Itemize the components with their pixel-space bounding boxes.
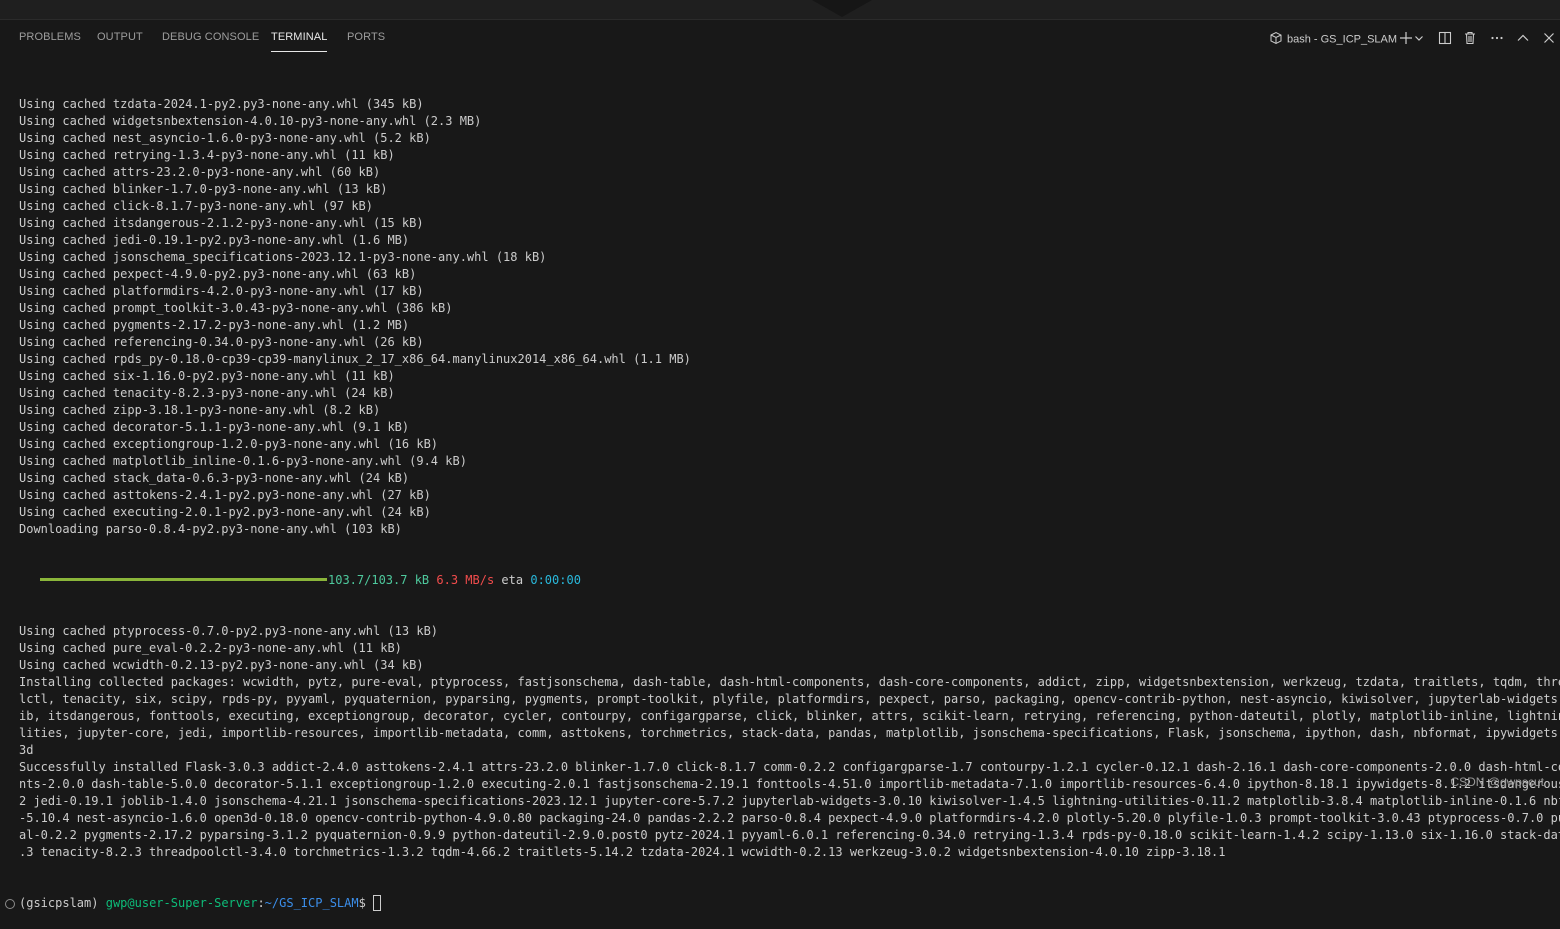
terminal-line: Using cached jsonschema_specifications-2… [19, 250, 547, 264]
terminal-line: Using cached exceptiongroup-1.2.0-py3-no… [19, 437, 439, 451]
terminal-line: Using cached click-8.1.7-py3-none-any.wh… [19, 199, 374, 213]
terminal-line: 3d [19, 743, 34, 757]
ellipsis-icon[interactable] [1487, 28, 1507, 48]
chevron-down-icon[interactable] [1412, 28, 1426, 48]
close-icon[interactable] [1539, 28, 1559, 48]
prompt-line[interactable]: (gsicpslam) gwp@user-Super-Server:~/GS_I… [5, 894, 1555, 912]
prompt-symbol: $ [358, 896, 366, 910]
terminal-line: nts-2.0.0 dash-table-5.0.0 decorator-5.1… [19, 777, 1560, 791]
terminal-line: Using cached jedi-0.19.1-py2.py3-none-an… [19, 233, 410, 247]
trash-icon[interactable] [1460, 28, 1480, 48]
tab-debug-console[interactable]: DEBUG CONSOLE [162, 31, 259, 43]
progress-size: 103.7/103.7 kB [328, 573, 430, 587]
terminal-instance-selector[interactable]: bash - GS_ICP_SLAM [1269, 31, 1397, 48]
progress-eta: 0:00:00 [530, 573, 581, 587]
chevron-up-icon[interactable] [1513, 28, 1533, 48]
terminal-cursor [373, 894, 382, 911]
terminal-line: Using cached itsdangerous-2.1.2-py3-none… [19, 216, 424, 230]
terminal-line: ib, itsdangerous, fonttools, executing, … [19, 709, 1560, 723]
prompt-separator: : [257, 896, 265, 910]
terminal-line: Using cached referencing-0.34.0-py3-none… [19, 335, 424, 349]
terminal-line: Using cached tenacity-8.2.3-py3-none-any… [19, 386, 395, 400]
terminal-line: 2 jedi-0.19.1 joblib-1.4.0 jsonschema-4.… [19, 794, 1560, 808]
terminal-line: .3 tenacity-8.2.3 threadpoolctl-3.4.0 to… [19, 845, 1226, 859]
terminal-line: Using cached attrs-23.2.0-py3-none-any.w… [19, 165, 381, 179]
tab-output[interactable]: OUTPUT [97, 31, 143, 43]
terminal-line: Using cached decorator-5.1.1-py3-none-an… [19, 420, 410, 434]
download-progress-line: 103.7/103.7 kB 6.3 MB/s eta 0:00:00 [19, 572, 1555, 589]
terminal-instance-label: bash - GS_ICP_SLAM [1287, 33, 1398, 46]
terminal-line: Using cached matplotlib_inline-0.1.6-py3… [19, 454, 467, 468]
terminal-line: Using cached retrying-1.3.4-py3-none-any… [19, 148, 395, 162]
split-icon[interactable] [1435, 28, 1455, 48]
prompt-user-host: gwp@user-Super-Server [105, 896, 258, 910]
terminal-line: Using cached widgetsnbextension-4.0.10-p… [19, 114, 482, 128]
terminal-line: Using cached pygments-2.17.2-py3-none-an… [19, 318, 410, 332]
window-top-strip [0, 0, 1560, 20]
terminal-line: Successfully installed Flask-3.0.3 addic… [19, 760, 1560, 774]
tab-terminal[interactable]: TERMINAL [271, 31, 328, 52]
terminal-line: Using cached rpds_py-0.18.0-cp39-cp39-ma… [19, 352, 691, 366]
terminal-line: Using cached pexpect-4.9.0-py2.py3-none-… [19, 267, 417, 281]
terminal-line: Using cached six-1.16.0-py2.py3-none-any… [19, 369, 395, 383]
terminal-line: lities, jupyter-core, jedi, importlib-re… [19, 726, 1560, 740]
panel-tab-bar: PROBLEMS OUTPUT DEBUG CONSOLE TERMINAL P… [0, 20, 1560, 56]
terminal-line: -5.10.4 nest-asyncio-1.6.0 open3d-0.18.0… [19, 811, 1560, 825]
terminal-line: Using cached asttokens-2.4.1-py2.py3-non… [19, 488, 431, 502]
tab-ports[interactable]: PORTS [347, 31, 385, 43]
terminal-line: Using cached stack_data-0.6.3-py3-none-a… [19, 471, 410, 485]
terminal-line: Installing collected packages: wcwidth, … [19, 675, 1560, 689]
terminal-line: Using cached tzdata-2024.1-py2.py3-none-… [19, 97, 424, 111]
watermark: CSDN @gwpscut [1450, 775, 1544, 789]
prompt-env: (gsicpslam) [19, 896, 99, 910]
progress-speed: 6.3 MB/s [436, 573, 495, 587]
terminal-line: Using cached blinker-1.7.0-py3-none-any.… [19, 182, 388, 196]
terminal-line: Using cached zipp-3.18.1-py3-none-any.wh… [19, 403, 381, 417]
terminal-bottom-lines: Using cached ptyprocess-0.7.0-py2.py3-no… [19, 623, 1560, 861]
terminal-line: Using cached executing-2.0.1-py2.py3-non… [19, 505, 431, 519]
terminal-line: Using cached pure_eval-0.2.2-py3-none-an… [19, 641, 402, 655]
title-notch [812, 0, 872, 17]
terminal-line: lctl, tenacity, six, scipy, rpds-py, pyy… [19, 692, 1560, 706]
terminal-line: Using cached wcwidth-0.2.13-py2.py3-none… [19, 658, 424, 672]
terminal-line: Using cached ptyprocess-0.7.0-py2.py3-no… [19, 624, 439, 638]
terminal-line: Using cached nest_asyncio-1.6.0-py3-none… [19, 131, 431, 145]
terminal-line: Downloading parso-0.8.4-py2.py3-none-any… [19, 522, 402, 536]
tab-problems[interactable]: PROBLEMS [19, 31, 81, 43]
command-decoration-icon[interactable] [5, 899, 15, 909]
terminal-line: al-0.2.2 pygments-2.17.2 pyparsing-3.1.2… [19, 828, 1560, 842]
progress-eta-label: eta [501, 573, 524, 587]
terminal-line: Using cached prompt_toolkit-3.0.43-py3-n… [19, 301, 453, 315]
terminal-line: Using cached platformdirs-4.2.0-py3-none… [19, 284, 424, 298]
terminal-top-lines: Using cached tzdata-2024.1-py2.py3-none-… [19, 96, 1555, 538]
terminal-icon [1269, 31, 1283, 48]
prompt-path: ~/GS_ICP_SLAM [264, 896, 359, 910]
progress-bar [40, 578, 327, 581]
